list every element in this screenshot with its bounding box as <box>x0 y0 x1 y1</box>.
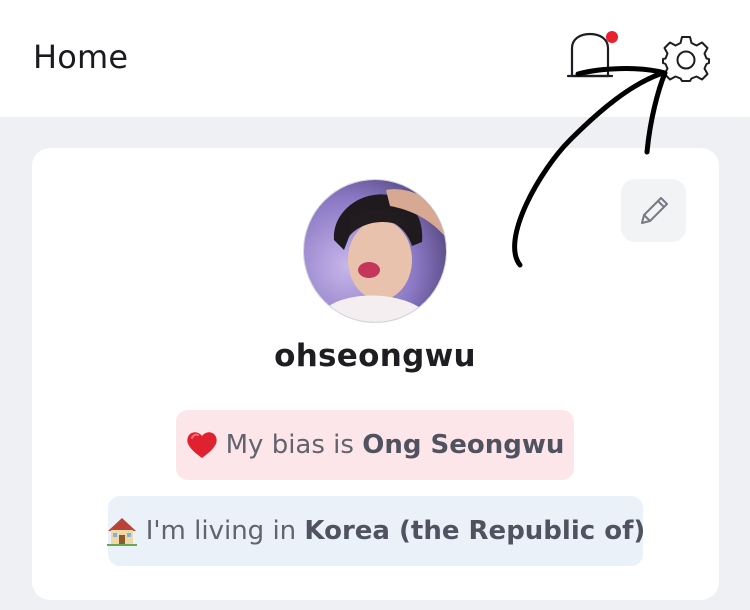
avatar[interactable] <box>303 179 447 323</box>
notification-badge <box>606 31 618 43</box>
bias-prefix: My bias is <box>225 430 354 460</box>
location-prefix: I'm living in <box>145 516 297 546</box>
bias-badge: My bias is Ong Seongwu <box>176 410 574 480</box>
username: ohseongwu <box>274 338 476 374</box>
location-badge: I'm living in Korea (the Republic of) <box>106 496 646 566</box>
gear-icon <box>662 36 710 82</box>
location-value: Korea (the Republic of) <box>304 516 646 546</box>
page-title: Home <box>33 38 129 76</box>
heart-icon <box>186 430 218 460</box>
settings-button[interactable] <box>660 33 712 85</box>
app-header: Home <box>0 0 750 117</box>
house-icon <box>106 515 138 547</box>
pencil-icon <box>641 197 668 224</box>
bias-value: Ong Seongwu <box>362 430 565 460</box>
edit-profile-button[interactable] <box>621 179 686 242</box>
